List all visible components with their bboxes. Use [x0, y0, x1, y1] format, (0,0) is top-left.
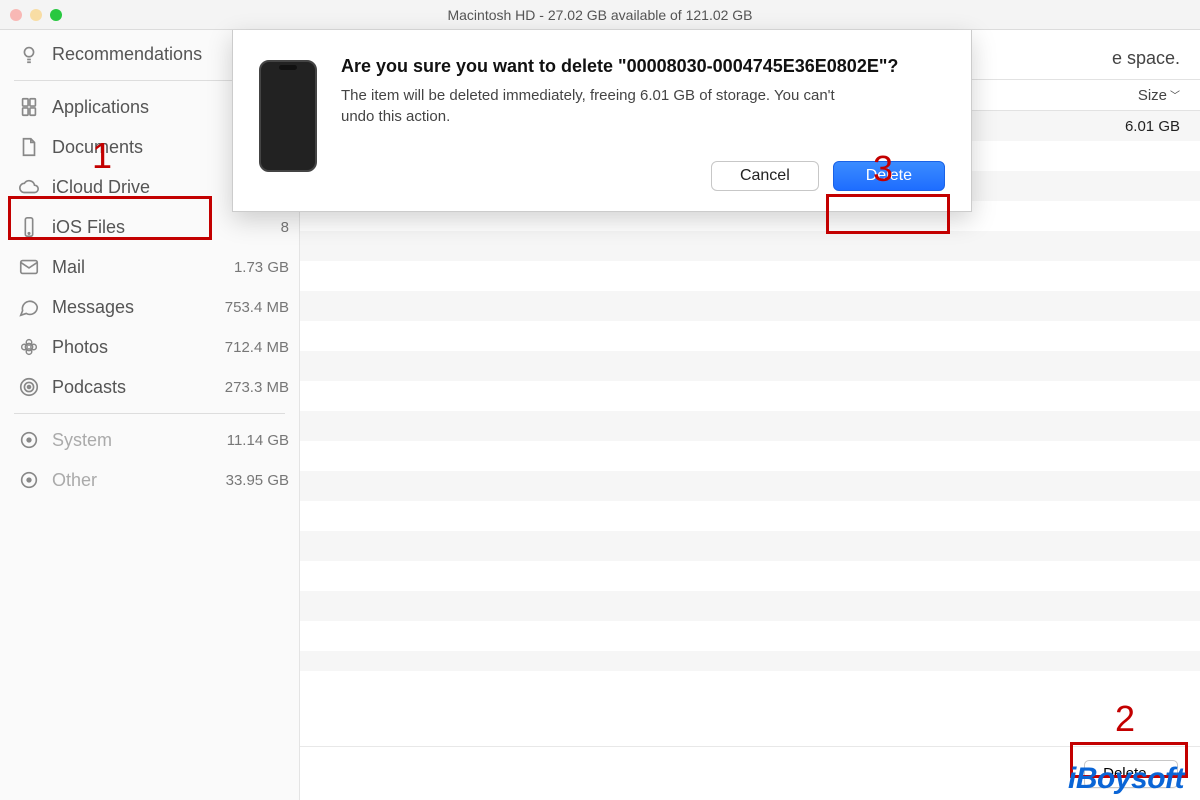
window-titlebar: Macintosh HD - 27.02 GB available of 121…	[0, 0, 1200, 30]
sidebar-item-label: iOS Files	[52, 217, 209, 238]
messages-icon	[16, 294, 42, 320]
table-row	[300, 231, 1200, 261]
table-row	[300, 531, 1200, 561]
sidebar-item-value: 1.73 GB	[209, 259, 289, 276]
sidebar-item-label: Documents	[52, 137, 209, 158]
photos-icon	[16, 334, 42, 360]
sidebar-item-value: 8	[209, 219, 289, 236]
table-row	[300, 651, 1200, 671]
sidebar-item-label: Photos	[52, 337, 209, 358]
sidebar-item-label: Podcasts	[52, 377, 209, 398]
dialog-heading: Are you sure you want to delete "0000803…	[341, 54, 945, 78]
podcasts-icon	[16, 374, 42, 400]
table-row	[300, 261, 1200, 291]
table-row	[300, 321, 1200, 351]
applications-icon	[16, 94, 42, 120]
iphone-device-icon	[259, 60, 317, 172]
sidebar-item-label: Mail	[52, 257, 209, 278]
sidebar-item-label: Messages	[52, 297, 209, 318]
table-row	[300, 591, 1200, 621]
sidebar-item-value: 753.4 MB	[209, 299, 289, 316]
table-row	[300, 291, 1200, 321]
other-icon	[16, 467, 42, 493]
sidebar-item-photos[interactable]: Photos 712.4 MB	[0, 327, 299, 367]
sidebar-item-ios-files[interactable]: iOS Files 8	[0, 207, 299, 247]
sidebar-item-label: Other	[52, 470, 209, 491]
table-row	[300, 351, 1200, 381]
sidebar-item-value: 273.3 MB	[209, 379, 289, 396]
lightbulb-icon	[16, 41, 42, 67]
mail-icon	[16, 254, 42, 280]
confirm-delete-dialog: Are you sure you want to delete "0000803…	[232, 30, 972, 212]
watermark-text: iBoysoft	[1068, 762, 1184, 796]
window-title: Macintosh HD - 27.02 GB available of 121…	[0, 7, 1200, 23]
cancel-button[interactable]: Cancel	[711, 161, 819, 191]
sidebar-item-value: 712.4 MB	[209, 339, 289, 356]
iphone-icon	[16, 214, 42, 240]
cloud-icon	[16, 174, 42, 200]
documents-icon	[16, 134, 42, 160]
dialog-description: The item will be deleted immediately, fr…	[341, 86, 861, 127]
table-row	[300, 621, 1200, 651]
table-row	[300, 471, 1200, 501]
sidebar-item-mail[interactable]: Mail 1.73 GB	[0, 247, 299, 287]
sidebar-item-podcasts[interactable]: Podcasts 273.3 MB	[0, 367, 299, 407]
sidebar-item-system[interactable]: System 11.14 GB	[0, 420, 299, 460]
sidebar-item-label: System	[52, 430, 209, 451]
sidebar-item-other[interactable]: Other 33.95 GB	[0, 460, 299, 500]
col-size[interactable]: Size﹀	[1070, 87, 1180, 104]
table-row	[300, 411, 1200, 441]
table-row	[300, 561, 1200, 591]
sidebar-item-label: iCloud Drive	[52, 177, 209, 198]
content-footer: Delete...	[300, 746, 1200, 800]
sidebar-item-label: Recommendations	[52, 44, 209, 65]
table-row	[300, 441, 1200, 471]
sort-descending-icon: ﹀	[1170, 87, 1180, 102]
sidebar-item-value: 11.14 GB	[209, 432, 289, 449]
sidebar-item-label: Applications	[52, 97, 209, 118]
system-icon	[16, 427, 42, 453]
sidebar-item-value: 33.95 GB	[209, 472, 289, 489]
table-row	[300, 501, 1200, 531]
table-row	[300, 381, 1200, 411]
cell-size: 6.01 GB	[1070, 118, 1180, 135]
confirm-delete-button[interactable]: Delete	[833, 161, 945, 191]
sidebar-item-messages[interactable]: Messages 753.4 MB	[0, 287, 299, 327]
